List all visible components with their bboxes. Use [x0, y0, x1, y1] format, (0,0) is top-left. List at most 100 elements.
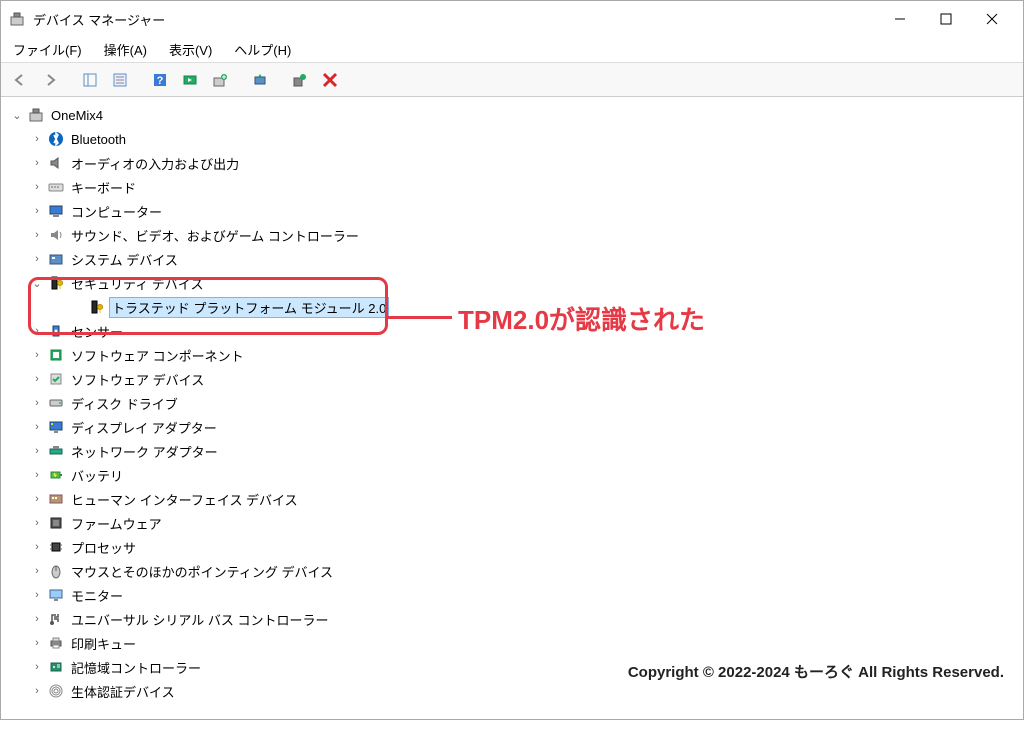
tree-label: システム デバイス — [69, 249, 180, 270]
battery-icon — [47, 466, 65, 484]
scan-button[interactable] — [177, 67, 203, 93]
expand-icon[interactable]: › — [29, 397, 45, 409]
add-hardware-button[interactable] — [207, 67, 233, 93]
usb-icon — [47, 610, 65, 628]
expand-icon[interactable]: › — [29, 421, 45, 433]
tree-item[interactable]: ›印刷キュー — [5, 631, 1019, 655]
tree-item[interactable]: › オーディオの入力および出力 — [5, 151, 1019, 175]
disable-button[interactable] — [317, 67, 343, 93]
window-controls — [877, 3, 1015, 35]
expand-icon[interactable]: › — [29, 589, 45, 601]
keyboard-icon — [47, 178, 65, 196]
monitor-icon — [47, 586, 65, 604]
svg-text:?: ? — [157, 75, 164, 87]
back-button[interactable] — [7, 67, 33, 93]
expand-icon[interactable]: › — [29, 565, 45, 577]
tree-item[interactable]: ›ディスプレイ アダプター — [5, 415, 1019, 439]
tree-item[interactable]: › ユニバーサル シリアル バス コントローラー — [5, 607, 1019, 631]
menu-view[interactable]: 表示(V) — [165, 38, 216, 61]
tree-item[interactable]: ›ヒューマン インターフェイス デバイス — [5, 487, 1019, 511]
tree-label: コンピューター — [69, 201, 164, 222]
expand-icon[interactable]: ⌄ — [29, 277, 45, 290]
expand-icon[interactable]: › — [29, 349, 45, 361]
update-driver-button[interactable] — [247, 67, 273, 93]
expand-icon[interactable]: › — [29, 181, 45, 193]
expand-icon[interactable]: › — [29, 205, 45, 217]
tree-item[interactable]: › Bluetooth — [5, 127, 1019, 151]
expand-icon[interactable]: › — [29, 133, 45, 145]
expand-icon[interactable]: › — [29, 325, 45, 337]
titlebar: デバイス マネージャー — [1, 1, 1023, 37]
tree-label: センサー — [69, 321, 125, 342]
computer-icon — [27, 106, 45, 124]
menu-help[interactable]: ヘルプ(H) — [230, 38, 295, 61]
tree-item[interactable]: › プロセッサ — [5, 535, 1019, 559]
display-icon — [47, 418, 65, 436]
sensor-icon — [47, 322, 65, 340]
expand-icon[interactable]: › — [29, 373, 45, 385]
tree-item[interactable]: › ファームウェア — [5, 511, 1019, 535]
tree-label: サウンド、ビデオ、およびゲーム コントローラー — [69, 225, 361, 246]
expand-icon[interactable]: › — [29, 157, 45, 169]
window-title: デバイス マネージャー — [33, 10, 877, 29]
tree-label: ネットワーク アダプター — [69, 441, 220, 462]
tree-item[interactable]: ›ディスク ドライブ — [5, 391, 1019, 415]
tree-label: ユニバーサル シリアル バス コントローラー — [69, 609, 330, 630]
tree-label: ソフトウェア デバイス — [69, 369, 206, 390]
tree-label: プロセッサ — [69, 537, 138, 558]
expand-icon[interactable]: › — [29, 685, 45, 697]
forward-button[interactable] — [37, 67, 63, 93]
sound-icon — [47, 226, 65, 244]
tree-label: 記憶域コントローラー — [69, 657, 203, 678]
tree-item[interactable]: ›生体認証デバイス — [5, 679, 1019, 703]
printer-icon — [47, 634, 65, 652]
menu-action[interactable]: 操作(A) — [100, 38, 151, 61]
tree-item[interactable]: › ソフトウェア コンポーネント — [5, 343, 1019, 367]
tree-item[interactable]: › コンピューター — [5, 199, 1019, 223]
expand-icon[interactable]: › — [29, 445, 45, 457]
uninstall-button[interactable] — [287, 67, 313, 93]
expand-icon[interactable]: › — [29, 229, 45, 241]
device-tree[interactable]: ⌄OneMix4 › Bluetooth › オーディオの入力および出力 › キーボード › コ… — [1, 97, 1023, 719]
tree-item[interactable]: › サウンド、ビデオ、およびゲーム コントローラー — [5, 223, 1019, 247]
security-icon — [87, 298, 105, 316]
expand-icon[interactable]: › — [29, 253, 45, 265]
tree-item[interactable]: › キーボード — [5, 175, 1019, 199]
tree-root[interactable]: ⌄OneMix4 — [5, 103, 1019, 127]
menu-file[interactable]: ファイル(F) — [9, 38, 86, 61]
help-button[interactable]: ? — [147, 67, 173, 93]
swcomp-icon — [47, 346, 65, 364]
copyright-text: Copyright © 2022-2024 もーろぐ All Rights Re… — [628, 661, 1004, 682]
bluetooth-icon — [47, 130, 65, 148]
expand-icon[interactable]: › — [29, 637, 45, 649]
collapse-icon[interactable]: ⌄ — [9, 109, 25, 122]
maximize-button[interactable] — [923, 3, 969, 35]
show-hide-tree-button[interactable] — [77, 67, 103, 93]
tree-item[interactable]: › マウスとそのほかのポインティング デバイス — [5, 559, 1019, 583]
tree-item[interactable]: ›モニター — [5, 583, 1019, 607]
properties-button[interactable] — [107, 67, 133, 93]
expand-icon[interactable]: › — [29, 661, 45, 673]
mouse-icon — [47, 562, 65, 580]
tree-label: Bluetooth — [69, 131, 128, 148]
close-button[interactable] — [969, 3, 1015, 35]
tree-item[interactable]: ›バッテリ — [5, 463, 1019, 487]
tree-label: マウスとそのほかのポインティング デバイス — [69, 561, 335, 582]
tree-item[interactable]: › ネットワーク アダプター — [5, 439, 1019, 463]
tree-label: セキュリティ デバイス — [69, 273, 205, 294]
minimize-button[interactable] — [877, 3, 923, 35]
expand-icon[interactable]: › — [29, 613, 45, 625]
tree-label: オーディオの入力および出力 — [69, 153, 241, 174]
expand-icon[interactable]: › — [29, 469, 45, 481]
expand-icon[interactable]: › — [29, 517, 45, 529]
tree-label: トラステッド プラットフォーム モジュール 2.0 — [109, 297, 389, 318]
tree-label: キーボード — [69, 177, 138, 198]
tree-item[interactable]: ⌄ セキュリティ デバイス — [5, 271, 1019, 295]
tree-label: ファームウェア — [69, 513, 164, 534]
expand-icon[interactable]: › — [29, 493, 45, 505]
biometric-icon — [47, 682, 65, 700]
expand-icon[interactable]: › — [29, 541, 45, 553]
tree-item[interactable]: › ソフトウェア デバイス — [5, 367, 1019, 391]
tree-item[interactable]: › システム デバイス — [5, 247, 1019, 271]
tree-label: ソフトウェア コンポーネント — [69, 345, 246, 366]
